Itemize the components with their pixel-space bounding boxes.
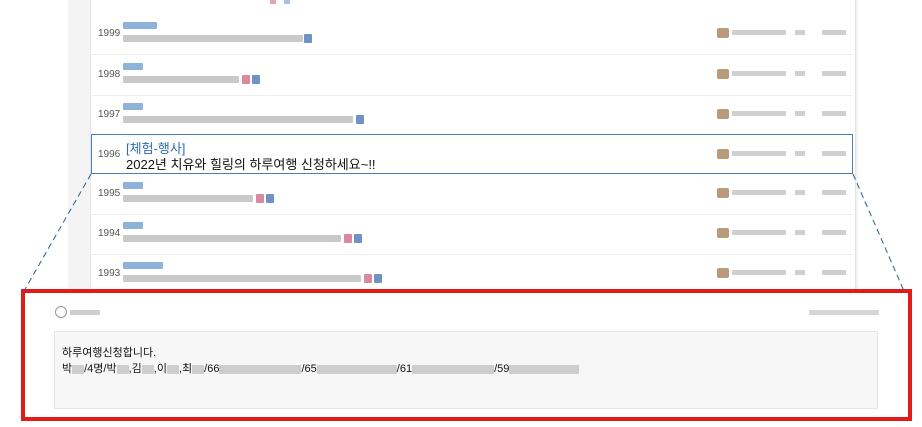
- author-avatar: [717, 228, 729, 238]
- redacted-text: [316, 364, 397, 374]
- comment-body: 하루여행신청합니다. 박/4명/박 ,김 ,이 ,최/66/65/61/59: [54, 331, 878, 409]
- author-name: [732, 111, 786, 116]
- post-date: [822, 71, 846, 76]
- author-name: [732, 230, 786, 235]
- post-date: [822, 30, 846, 35]
- photo-badge-icon: [242, 75, 250, 84]
- author-name: [732, 151, 786, 156]
- comment-date: [809, 310, 879, 315]
- redacted-text: [72, 364, 85, 374]
- user-icon: [55, 306, 67, 318]
- list-item[interactable]: 1993: [92, 254, 852, 294]
- view-count: [795, 230, 805, 235]
- redacted-text: [192, 364, 205, 374]
- post-date: [822, 190, 846, 195]
- comment-line-1: 하루여행신청합니다.: [62, 347, 157, 359]
- post-date: [822, 111, 846, 116]
- new-badge-icon: [304, 34, 312, 43]
- comment-text: ,이: [153, 363, 167, 375]
- top-pink-mark: [270, 0, 276, 4]
- redacted-text: [141, 364, 154, 374]
- author-name: [732, 30, 786, 35]
- photo-badge-icon: [364, 274, 372, 283]
- new-badge-icon: [356, 115, 364, 124]
- post-title[interactable]: 2022년 치유와 힐링의 하루여행 신청하세요~!!: [126, 154, 376, 173]
- list-item[interactable]: 1994: [92, 214, 852, 255]
- author-avatar: [717, 28, 729, 38]
- view-count: [795, 111, 805, 116]
- post-title[interactable]: [123, 275, 361, 282]
- redacted-text: [509, 364, 580, 374]
- post-title[interactable]: [123, 35, 303, 42]
- author-avatar: [717, 188, 729, 198]
- post-number: 1997: [98, 109, 121, 120]
- new-badge-icon: [252, 75, 260, 84]
- view-count: [795, 30, 805, 35]
- redacted-text: [412, 364, 495, 374]
- author-name: [732, 190, 786, 195]
- comment-text: 박: [62, 363, 73, 375]
- view-count: [795, 71, 805, 76]
- comment-text: /59: [494, 363, 510, 375]
- category-label: [123, 22, 157, 29]
- redacted-text: [166, 364, 179, 374]
- post-title[interactable]: [123, 76, 239, 83]
- list-item[interactable]: 1999: [92, 14, 852, 55]
- comment-line-2: 박/4명/박 ,김 ,이 ,최/66/65/61/59: [62, 360, 580, 376]
- post-number: 1994: [98, 228, 121, 239]
- comment-text: ,최: [178, 363, 193, 375]
- category-label: [123, 222, 143, 229]
- post-number: 1999: [98, 28, 121, 39]
- author-avatar: [717, 69, 729, 79]
- photo-badge-icon: [344, 234, 352, 243]
- top-blue-mark: [284, 0, 290, 4]
- post-date: [822, 270, 846, 275]
- comment-text: /61: [396, 363, 413, 375]
- view-count: [795, 151, 805, 156]
- author-avatar: [717, 268, 729, 278]
- category-label: [123, 63, 143, 70]
- post-title[interactable]: [123, 195, 253, 202]
- photo-badge-icon: [256, 194, 264, 203]
- view-count: [795, 190, 805, 195]
- author-name: [732, 71, 786, 76]
- category-label: [123, 103, 143, 110]
- comment-text: /4명/박: [84, 363, 117, 375]
- redacted-text: [219, 364, 302, 374]
- new-badge-icon: [354, 234, 362, 243]
- list-item[interactable]: 1995: [92, 174, 852, 215]
- list-item[interactable]: 1998: [92, 55, 852, 96]
- post-number: 1996: [98, 149, 121, 160]
- author-avatar: [717, 149, 729, 159]
- redacted-text: [116, 364, 129, 374]
- author-name: [732, 270, 786, 275]
- post-number: 1998: [98, 69, 121, 80]
- post-date: [822, 151, 846, 156]
- comment-text: /66: [204, 363, 220, 375]
- view-count: [795, 270, 805, 275]
- comment-text: /65: [301, 363, 317, 375]
- category-label: [123, 182, 143, 189]
- new-badge-icon: [374, 274, 382, 283]
- author-avatar: [717, 109, 729, 119]
- list-item-highlighted[interactable]: 1996 [체험-행사] 2022년 치유와 힐링의 하루여행 신청하세요~!!: [91, 134, 853, 174]
- category-label: [123, 262, 163, 269]
- post-number: 1993: [98, 268, 121, 279]
- list-item[interactable]: 1997: [92, 95, 852, 136]
- comment-highlight-frame: 하루여행신청합니다. 박/4명/박 ,김 ,이 ,최/66/65/61/59: [21, 289, 912, 421]
- post-number: 1995: [98, 188, 121, 199]
- post-title[interactable]: [123, 235, 341, 242]
- post-date: [822, 230, 846, 235]
- comment-text: ,김: [128, 363, 142, 375]
- commenter-name: [70, 310, 100, 315]
- post-title[interactable]: [123, 116, 353, 123]
- new-badge-icon: [266, 194, 274, 203]
